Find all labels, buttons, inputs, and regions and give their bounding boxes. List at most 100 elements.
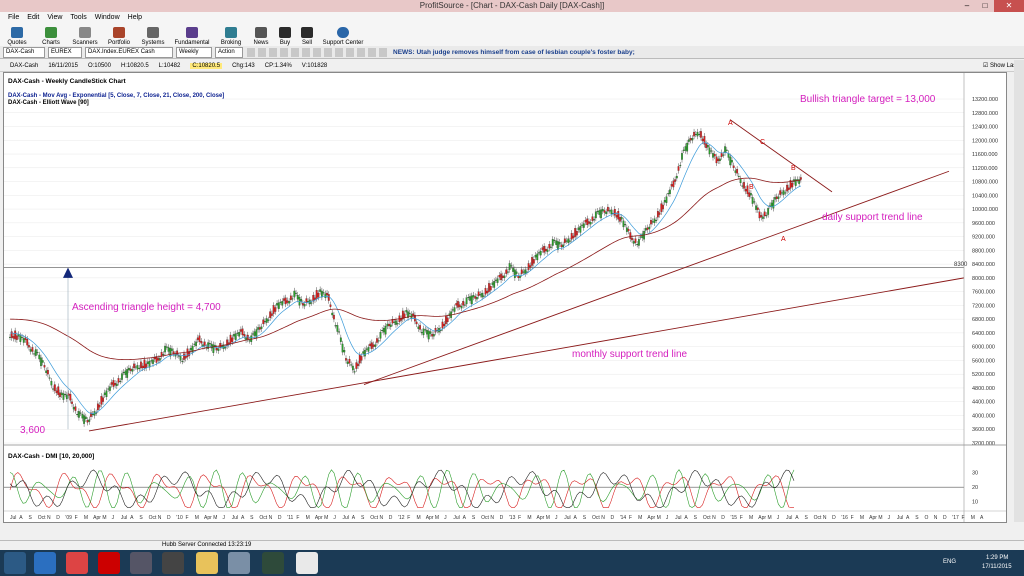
candle xyxy=(105,390,108,398)
app-k-icon[interactable] xyxy=(98,552,120,574)
candle xyxy=(639,236,642,238)
price-chart: 13200.000 12800.000 12400.000 12000.000 1160… xyxy=(4,73,1006,522)
start-icon[interactable] xyxy=(4,552,26,574)
candle xyxy=(171,348,173,351)
candle xyxy=(650,219,652,225)
quote-chg: Chg:143 xyxy=(232,63,255,69)
lang-indicator[interactable]: ENG xyxy=(943,559,956,565)
app-icon-4[interactable] xyxy=(262,552,284,574)
symbol-input[interactable]: DAX-Cash xyxy=(3,46,45,58)
x-tick-label: N xyxy=(823,515,827,521)
x-tick-label: M xyxy=(878,515,882,521)
app-icon-2[interactable] xyxy=(162,552,184,574)
quotes-button[interactable]: Quotes xyxy=(0,22,34,46)
candle xyxy=(550,246,552,248)
buy-button[interactable]: Buy xyxy=(274,22,296,46)
ie-icon[interactable] xyxy=(34,552,56,574)
candle xyxy=(667,193,670,195)
candle xyxy=(329,304,332,307)
menu-edit[interactable]: Edit xyxy=(27,14,39,21)
candle xyxy=(491,282,494,285)
explorer-icon[interactable] xyxy=(196,552,218,574)
broking-button[interactable]: Broking xyxy=(214,22,248,46)
candle xyxy=(546,249,549,252)
candle xyxy=(200,341,203,344)
period-select[interactable]: Weekly xyxy=(176,46,212,58)
candle xyxy=(300,299,303,302)
portfolio-button[interactable]: Portfolio xyxy=(102,22,136,46)
candle xyxy=(495,279,497,281)
candle xyxy=(575,230,578,236)
menu-help[interactable]: Help xyxy=(128,14,142,21)
x-tick-label: M xyxy=(749,515,753,521)
candle xyxy=(791,182,794,188)
support-icon xyxy=(337,27,349,38)
annot-target: Bullish triangle target = 13,000 xyxy=(800,94,936,105)
candle xyxy=(100,396,103,405)
candle xyxy=(69,394,72,401)
candle xyxy=(53,384,56,391)
candle xyxy=(396,323,399,325)
chart-area[interactable]: 13200.000 12800.000 12400.000 12000.000 1160… xyxy=(3,72,1007,523)
candle xyxy=(291,298,294,300)
charts-button[interactable]: Charts xyxy=(34,22,68,46)
candle xyxy=(613,208,616,216)
chart-tools-icons[interactable] xyxy=(247,47,387,57)
candle xyxy=(140,361,142,369)
profitsource-icon[interactable] xyxy=(296,552,318,574)
candle xyxy=(10,331,13,338)
close-button[interactable]: ✕ xyxy=(994,0,1024,12)
clock-time[interactable]: 1:29 PM xyxy=(986,555,1008,561)
fundamental-button[interactable]: Fundamental xyxy=(170,22,214,46)
app-icon[interactable] xyxy=(130,552,152,574)
menu-file[interactable]: File xyxy=(8,14,19,21)
quote-chg-pct: CP:1.34% xyxy=(264,63,292,69)
candle xyxy=(395,320,397,325)
candle xyxy=(496,278,499,283)
x-tick-label: J xyxy=(666,515,669,521)
vertical-scrollbar[interactable] xyxy=(1014,60,1024,522)
candle xyxy=(179,356,182,361)
show-last-checkbox[interactable]: ☑ Show Last xyxy=(983,62,1018,69)
candle xyxy=(605,211,608,214)
y-tick-label: 9600.000 xyxy=(972,221,995,227)
app-icon-3[interactable] xyxy=(228,552,250,574)
sell-button[interactable]: Sell xyxy=(296,22,318,46)
candle xyxy=(126,369,129,378)
menu-tools[interactable]: Tools xyxy=(70,14,86,21)
candle xyxy=(145,363,148,369)
candle xyxy=(532,259,535,264)
menu-window[interactable]: Window xyxy=(95,14,120,21)
maximize-button[interactable]: □ xyxy=(976,0,994,12)
x-tick-label: Oct xyxy=(592,515,600,521)
news-button[interactable]: News xyxy=(248,22,274,46)
chrome-icon[interactable] xyxy=(66,552,88,574)
candle xyxy=(784,192,787,194)
x-tick-label: Apr xyxy=(315,515,323,521)
y-tick-label: 5600.000 xyxy=(972,358,995,364)
exchange-select[interactable]: EUREX xyxy=(48,46,82,58)
dmi-line xyxy=(9,472,795,508)
candle xyxy=(474,296,477,299)
x-tick-label: M xyxy=(324,515,328,521)
candle xyxy=(751,197,754,204)
systems-button[interactable]: Systems xyxy=(136,22,170,46)
action-menu[interactable]: Action xyxy=(215,46,243,58)
candle xyxy=(289,295,292,300)
minimize-button[interactable]: – xyxy=(958,0,976,12)
candle xyxy=(736,169,739,174)
candle xyxy=(777,196,780,199)
candle xyxy=(689,138,692,141)
news-ticker[interactable]: NEWS: Utah judge removes himself from ca… xyxy=(393,49,635,56)
candle xyxy=(169,347,172,357)
scanners-button[interactable]: Scanners xyxy=(68,22,102,46)
candle xyxy=(279,301,282,303)
candle xyxy=(369,343,372,347)
candle xyxy=(167,347,170,352)
candle xyxy=(229,334,232,344)
candle xyxy=(684,146,687,151)
candle xyxy=(286,300,289,303)
clock-date[interactable]: 17/11/2015 xyxy=(982,564,1012,570)
menu-view[interactable]: View xyxy=(47,14,62,21)
support-center-button[interactable]: Support Center xyxy=(318,22,368,46)
